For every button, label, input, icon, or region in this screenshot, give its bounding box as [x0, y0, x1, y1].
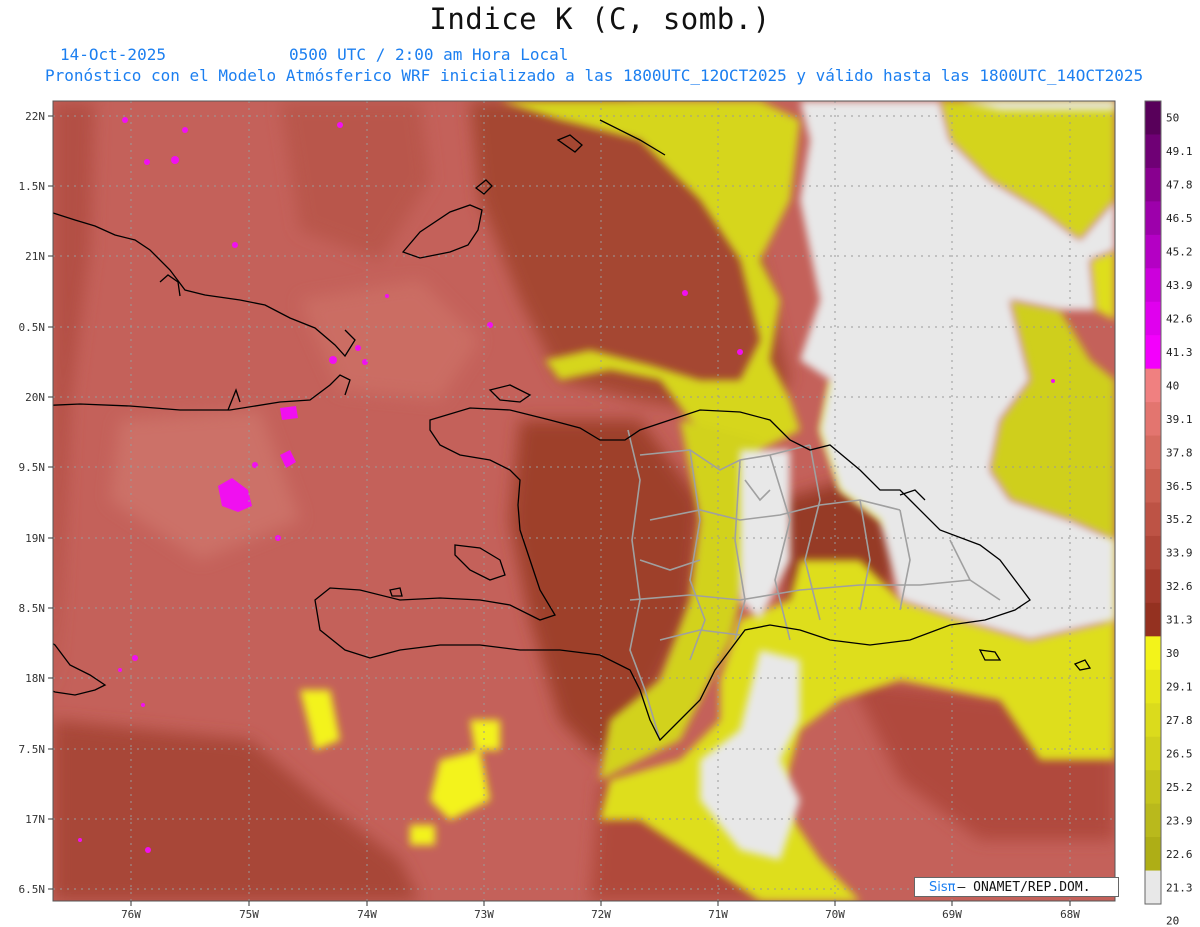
colorbar-label: 22.6	[1166, 848, 1193, 861]
lat-label: 20N	[25, 391, 45, 404]
map-field	[53, 101, 1115, 901]
lat-label: 9.5N	[19, 461, 46, 474]
colorbar-label: 25.2	[1166, 781, 1193, 794]
colorbar: 50 49.1 47.8 46.5 45.2 43.9 42.6 41.3 40 39.1 37.8…	[1144, 100, 1193, 927]
colorbar-label: 21.3	[1166, 881, 1193, 894]
lon-label: 73W	[474, 908, 494, 921]
lat-label: 0.5N	[19, 321, 46, 334]
colorbar-swatch	[1145, 803, 1161, 838]
lat-label: 21N	[25, 250, 45, 263]
lon-label: 69W	[942, 908, 962, 921]
colorbar-swatch	[1145, 201, 1161, 236]
colorbar-label: 49.1	[1166, 145, 1193, 158]
colorbar-swatch	[1145, 569, 1161, 604]
colorbar-swatch	[1145, 368, 1161, 403]
colorbar-label: 29.1	[1166, 681, 1193, 694]
colorbar-swatch	[1145, 535, 1161, 571]
colorbar-swatch	[1145, 837, 1161, 872]
colorbar-label: 39.1	[1166, 413, 1193, 426]
lon-label: 74W	[357, 908, 377, 921]
colorbar-label: 45.2	[1166, 246, 1193, 259]
colorbar-label: 30	[1166, 647, 1179, 660]
colorbar-label: 42.6	[1166, 312, 1193, 325]
colorbar-label: 26.5	[1166, 747, 1193, 760]
lat-label: 1.5N	[19, 180, 46, 193]
colorbar-label: 40	[1166, 379, 1179, 392]
colorbar-swatch	[1145, 402, 1161, 437]
colorbar-label: 43.9	[1166, 279, 1193, 292]
k-index-map: 22N 1.5N 21N 0.5N 20N 9.5N 19N 8.5N 18N …	[19, 100, 1193, 927]
colorbar-swatch	[1145, 301, 1161, 336]
credit-box: Sisπ – ONAMET/REP.DOM.	[914, 877, 1119, 897]
lat-label: 6.5N	[19, 883, 46, 896]
colorbar-swatch	[1145, 602, 1161, 637]
colorbar-label: 47.8	[1166, 179, 1193, 192]
colorbar-label: 50	[1166, 112, 1179, 125]
colorbar-swatch	[1145, 636, 1161, 671]
colorbar-label: 41.3	[1166, 346, 1193, 359]
lon-label: 70W	[825, 908, 845, 921]
lat-label: 17N	[25, 813, 45, 826]
colorbar-swatch	[1145, 870, 1161, 905]
colorbar-label: 32.6	[1166, 580, 1193, 593]
colorbar-label: 27.8	[1166, 714, 1193, 727]
lat-label: 7.5N	[19, 743, 46, 756]
lat-label: 22N	[25, 110, 45, 123]
lon-label: 71W	[708, 908, 728, 921]
colorbar-label: 35.2	[1166, 513, 1193, 526]
colorbar-swatch	[1145, 234, 1161, 269]
colorbar-swatch	[1145, 669, 1161, 704]
sispi-logo: Sisπ	[929, 879, 956, 895]
colorbar-swatch	[1145, 134, 1161, 169]
colorbar-label: 46.5	[1166, 212, 1193, 225]
colorbar-swatch	[1145, 770, 1161, 805]
lon-label: 68W	[1060, 908, 1080, 921]
colorbar-swatch	[1145, 167, 1161, 202]
lon-label: 72W	[591, 908, 611, 921]
colorbar-swatch	[1145, 101, 1161, 136]
lat-label: 8.5N	[19, 602, 46, 615]
colorbar-label: 31.3	[1166, 614, 1193, 627]
lon-label: 76W	[121, 908, 141, 921]
lon-label: 75W	[239, 908, 259, 921]
colorbar-swatch	[1145, 435, 1161, 470]
colorbar-swatch	[1145, 736, 1161, 771]
colorbar-swatch	[1145, 335, 1161, 370]
lat-label: 19N	[25, 532, 45, 545]
colorbar-label: 20	[1166, 915, 1179, 927]
colorbar-swatch	[1145, 268, 1161, 303]
colorbar-label: 23.9	[1166, 814, 1193, 827]
colorbar-label: 36.5	[1166, 480, 1193, 493]
colorbar-label: 37.8	[1166, 446, 1193, 459]
colorbar-swatch	[1145, 703, 1161, 738]
credit-text: – ONAMET/REP.DOM.	[957, 879, 1091, 895]
colorbar-swatch	[1145, 502, 1161, 537]
lat-label: 18N	[25, 672, 45, 685]
colorbar-label: 33.9	[1166, 547, 1193, 560]
colorbar-swatch	[1145, 469, 1161, 504]
